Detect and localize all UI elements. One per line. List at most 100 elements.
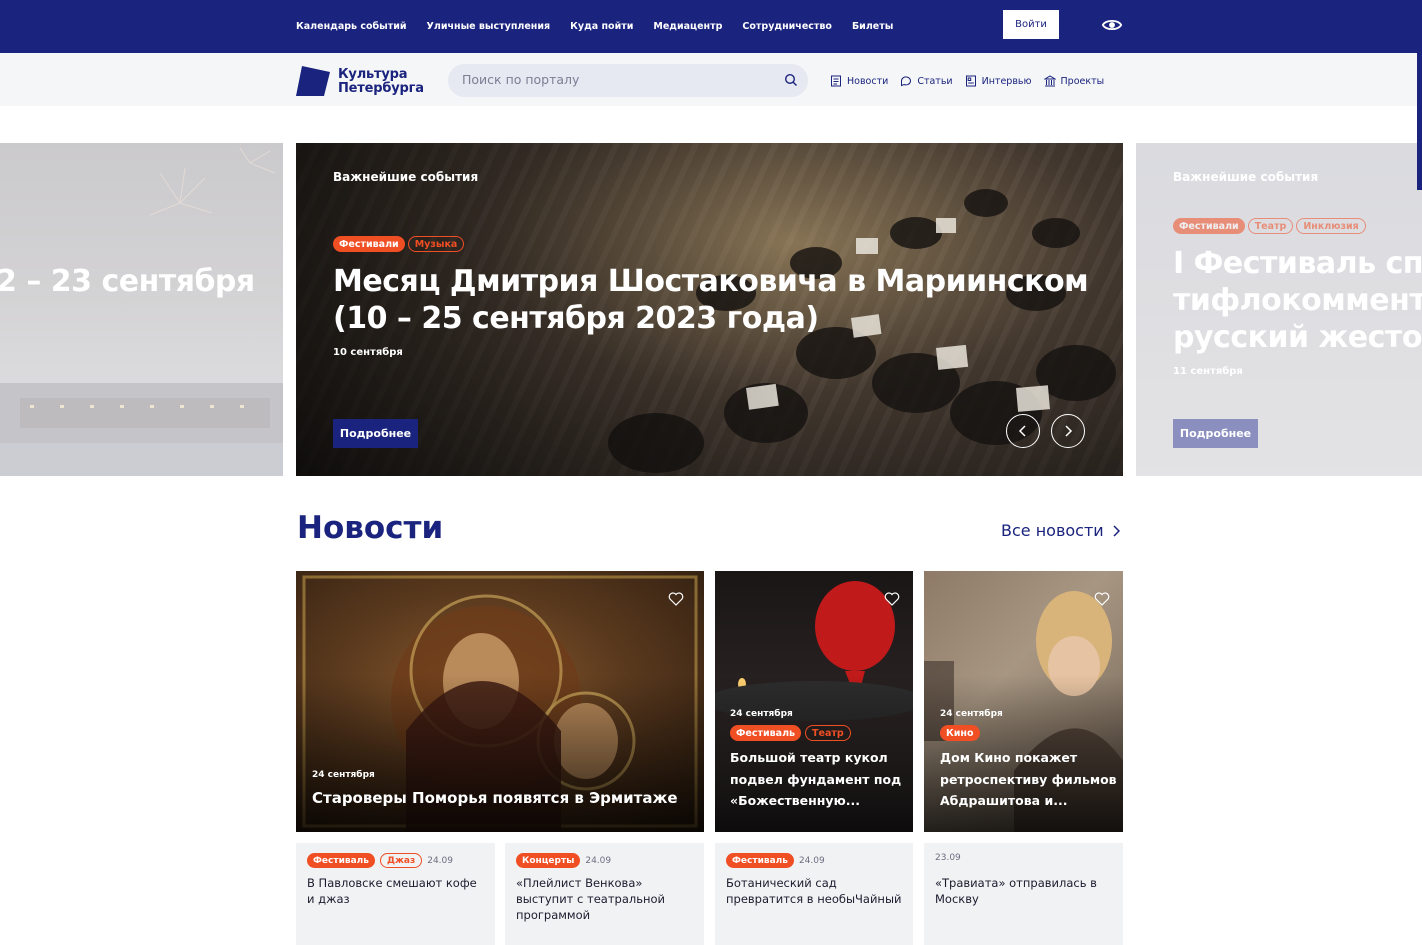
card-title: Староверы Поморья появятся в Эрмитаже	[312, 789, 678, 807]
subnav-interviews[interactable]: Интервью	[965, 75, 1032, 87]
logo-icon[interactable]	[296, 64, 330, 98]
logo-line-2: Петербурга	[338, 81, 424, 96]
mini-card-title: «Плейлист Венкова» выступит с театрально…	[516, 875, 665, 923]
nav-where-to-go[interactable]: Куда пойти	[570, 21, 633, 32]
tag-music[interactable]: Музыка	[407, 236, 465, 252]
subnav-articles[interactable]: Статьи	[900, 75, 953, 87]
tag-festivals[interactable]: Фестивали	[1173, 218, 1245, 234]
slide-previous-title: 2 – 23 сентября	[0, 264, 255, 299]
news-mini-card[interactable]: Фестиваль 24.09 Ботанический сад преврат…	[715, 843, 913, 945]
slide-category-label: Важнейшие события	[333, 170, 479, 184]
mini-card-date: 23.09	[935, 853, 961, 863]
card-title-line-2: ретроспективу фильмов	[940, 771, 1117, 787]
mini-card-date: 24.09	[798, 855, 825, 866]
all-news-link[interactable]: Все новости	[1001, 521, 1120, 540]
card-title: Большой театр кукол подвел фундамент под…	[730, 747, 901, 812]
news-section-title: Новости	[297, 510, 444, 546]
slide-next-title: I Фестиваль спе тифлокомменти русский же…	[1173, 245, 1422, 356]
card-gradient	[296, 675, 704, 832]
tag-festival[interactable]: Фестиваль	[307, 853, 375, 868]
top-nav: Календарь событий Уличные выступления Ку…	[296, 0, 893, 53]
heart-icon[interactable]	[884, 591, 900, 607]
nav-tickets[interactable]: Билеты	[852, 21, 893, 32]
news-mini-card[interactable]: Концерты 24.09 «Плейлист Венкова» выступ…	[505, 843, 704, 945]
card-title-line-1: Большой театр кукол	[730, 750, 888, 765]
carousel-slide-previous[interactable]: 2 – 23 сентября	[0, 143, 283, 476]
subnav-news[interactable]: Новости	[830, 75, 888, 87]
news-mini-card[interactable]: Фестиваль Джаз 24.09 В Павловске смешают…	[296, 843, 495, 945]
subnav-interviews-label: Интервью	[981, 75, 1032, 87]
chat-icon	[901, 76, 912, 87]
section-nav: Новости Статьи Интервью Проекты	[830, 66, 1104, 96]
nav-street-performances[interactable]: Уличные выступления	[427, 21, 551, 32]
more-button[interactable]: Подробнее	[333, 419, 418, 448]
tag-theatre[interactable]: Театр	[805, 725, 851, 741]
carousel-slide-next[interactable]: Важнейшие события Фестивали Театр Инклюз…	[1136, 143, 1422, 476]
building-icon	[1043, 75, 1056, 87]
mini-card-title-line-2: и джаз	[307, 892, 350, 906]
card-date: 24 сентября	[940, 709, 1003, 719]
nav-media-center[interactable]: Медиацентр	[653, 21, 722, 32]
all-news-label: Все новости	[1001, 521, 1104, 540]
chevron-right-icon	[1065, 425, 1073, 437]
tag-festival[interactable]: Фестиваль	[726, 853, 794, 868]
news-card[interactable]: 24 сентября Фестиваль Театр Большой теат…	[715, 571, 913, 832]
card-title-line-3: Абдрашитова и...	[940, 793, 1068, 808]
tag-concerts[interactable]: Концерты	[516, 853, 581, 868]
tag-inclusion[interactable]: Инклюзия	[1296, 218, 1366, 234]
card-title: Дом Кино покажет ретроспективу фильмов А…	[940, 747, 1117, 812]
carousel-next-button[interactable]	[1051, 414, 1085, 448]
slide-fade-overlay	[0, 143, 283, 476]
tag-festivals[interactable]: Фестивали	[333, 236, 405, 252]
search-icon[interactable]	[784, 73, 798, 87]
mini-card-title: В Павловске смешают кофе и джаз	[307, 875, 477, 907]
card-tags: Кино	[940, 725, 980, 741]
nav-calendar[interactable]: Календарь событий	[296, 21, 407, 32]
tag-jazz[interactable]: Джаз	[379, 853, 423, 868]
tag-festival[interactable]: Фестиваль	[730, 725, 802, 741]
carousel-prev-button[interactable]	[1006, 414, 1040, 448]
news-card[interactable]: 24 сентября Кино Дом Кино покажет ретрос…	[924, 571, 1123, 832]
chevron-left-icon	[1018, 425, 1026, 437]
mini-card-title-line-1: В Павловске смешают кофе	[307, 876, 477, 890]
subnav-news-label: Новости	[847, 75, 889, 87]
slide-next-label: Важнейшие события	[1173, 170, 1319, 184]
mini-card-meta: Фестиваль 24.09	[726, 853, 825, 868]
heart-icon[interactable]	[1094, 591, 1110, 607]
mini-card-meta: Фестиваль Джаз 24.09	[307, 853, 453, 868]
eye-icon[interactable]	[1101, 14, 1123, 36]
carousel-slide-active[interactable]: Важнейшие события Фестивали Музыка Месяц…	[296, 143, 1123, 476]
nav-cooperation[interactable]: Сотрудничество	[742, 21, 832, 32]
subnav-projects[interactable]: Проекты	[1043, 75, 1104, 87]
news-mini-card[interactable]: 23.09 «Травиата» отправилась в Москву	[924, 843, 1123, 945]
slide-next-more-button[interactable]: Подробнее	[1173, 419, 1258, 448]
slide-title[interactable]: Месяц Дмитрия Шостаковича в Мариинском (…	[333, 263, 1089, 337]
slide-next-tags: Фестивали Театр Инклюзия	[1173, 218, 1366, 234]
search-placeholder: Поиск по порталу	[462, 72, 580, 87]
mini-card-title-line-2: превратится в необыЧайный	[726, 892, 902, 906]
card-date: 24 сентября	[730, 709, 793, 719]
page-scrollbar[interactable]	[1417, 0, 1422, 190]
chevron-right-icon	[1113, 524, 1120, 537]
card-title-line-1: Дом Кино покажет	[940, 750, 1078, 765]
mini-card-title: «Травиата» отправилась в Москву	[935, 875, 1097, 907]
slide-tags: Фестивали Музыка	[333, 236, 465, 252]
news-card-featured[interactable]: 24 сентября Староверы Поморья появятся в…	[296, 571, 704, 832]
document-icon	[965, 75, 976, 87]
card-title-line-2: подвел фундамент под	[730, 771, 902, 787]
mini-card-meta: Концерты 24.09	[516, 853, 611, 868]
mini-card-title-line-2: Москву	[935, 892, 979, 906]
mini-card-date: 24.09	[585, 855, 612, 866]
slide-next-title-line-1: I Фестиваль спе	[1173, 246, 1422, 281]
tag-cinema[interactable]: Кино	[940, 725, 980, 741]
mini-card-title: Ботанический сад превратится в необыЧайн…	[726, 875, 902, 907]
slide-next-date: 11 сентября	[1173, 366, 1243, 377]
tag-theatre[interactable]: Театр	[1247, 218, 1294, 234]
logo-text[interactable]: Культура Петербурга	[338, 68, 424, 96]
mini-card-title-line-2: выступит с театральной	[516, 892, 666, 906]
slide-title-line-2: (10 – 25 сентября 2023 года)	[333, 301, 819, 336]
login-button[interactable]: Войти	[1003, 10, 1059, 39]
logo-line-1: Культура	[338, 67, 408, 82]
slide-title-line-1: Месяц Дмитрия Шостаковича в Мариинском	[333, 264, 1089, 299]
heart-icon[interactable]	[668, 591, 684, 607]
